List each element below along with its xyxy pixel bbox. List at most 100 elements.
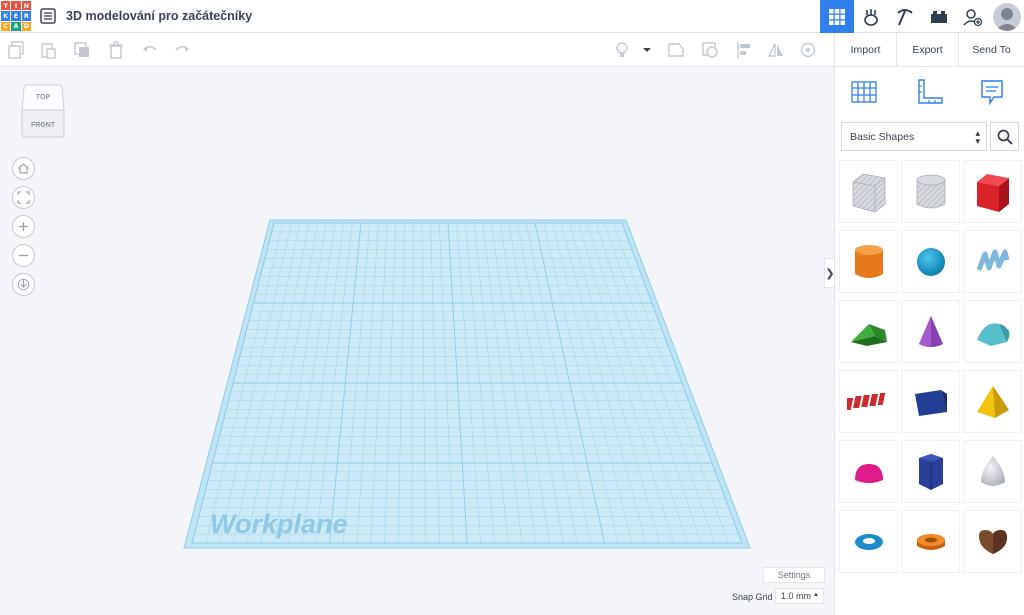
shape-icon[interactable] xyxy=(666,40,686,60)
wedge-shape[interactable] xyxy=(901,370,960,433)
cylinder-hole-shape[interactable] xyxy=(901,160,960,223)
box-icon xyxy=(976,173,1009,212)
logo-letter: K xyxy=(1,11,11,21)
chevron-down-icon[interactable] xyxy=(640,40,654,60)
pyramid-icon xyxy=(976,385,1009,418)
paste-icon[interactable] xyxy=(38,40,58,60)
torus-shape[interactable] xyxy=(839,510,898,573)
shapes-panel: Basic Shapes ▴ ▾ xyxy=(834,67,1024,615)
cone-icon xyxy=(918,315,943,347)
perspective-icon xyxy=(17,278,30,291)
cruise-icon[interactable] xyxy=(798,40,818,60)
add-user-icon[interactable] xyxy=(956,0,990,33)
paraboloid-shape[interactable] xyxy=(963,440,1022,503)
text-shape-icon xyxy=(846,392,885,410)
home-icon xyxy=(18,163,29,174)
zoom-in-button[interactable] xyxy=(12,215,35,238)
heart-shape[interactable] xyxy=(963,510,1022,573)
snap-grid-label: Snap Grid xyxy=(732,592,773,602)
logo-letter: I xyxy=(11,1,21,11)
scribble-icon xyxy=(976,249,1009,271)
cylinder-shape[interactable] xyxy=(839,230,898,293)
sphere-shape[interactable] xyxy=(901,230,960,293)
roof-shape[interactable] xyxy=(839,300,898,363)
tube-shape[interactable] xyxy=(901,510,960,573)
logo-letter: R xyxy=(21,11,31,21)
logo-letter: D xyxy=(21,21,31,31)
perspective-button[interactable] xyxy=(12,273,35,296)
undo-icon[interactable] xyxy=(140,40,160,60)
shape-library-value: Basic Shapes xyxy=(850,130,915,143)
box-hole-shape[interactable] xyxy=(839,160,898,223)
torus-icon xyxy=(854,533,883,550)
grid-view-icon[interactable] xyxy=(820,0,854,33)
half-sphere-shape[interactable] xyxy=(839,440,898,503)
snap-grid-value: 1.0 mm xyxy=(781,591,812,601)
zoom-out-button[interactable] xyxy=(12,244,35,267)
align-icon[interactable] xyxy=(734,40,754,60)
roof-icon xyxy=(850,323,887,346)
copy-icon[interactable] xyxy=(6,40,26,60)
search-icon xyxy=(997,129,1013,145)
view-cube-front-label: FRONT xyxy=(31,122,56,129)
logo-letter: C xyxy=(1,21,11,31)
pyramid-shape[interactable] xyxy=(963,370,1022,433)
workplane-grid[interactable]: Workplane xyxy=(0,67,834,615)
cone-shape[interactable] xyxy=(901,300,960,363)
duplicate-icon[interactable] xyxy=(72,40,92,60)
light-bulb-icon[interactable] xyxy=(612,40,632,60)
logo-letter: T xyxy=(1,1,11,11)
round-roof-icon xyxy=(976,322,1010,346)
box-hole-icon xyxy=(852,173,885,212)
avatar[interactable] xyxy=(990,0,1024,33)
cylinder-hole-icon xyxy=(916,174,945,208)
design-list-icon[interactable] xyxy=(40,8,56,29)
3d-viewport[interactable]: Workplane TOP FRONT Settings Snap Grid 1… xyxy=(0,67,834,615)
export-button[interactable]: Export xyxy=(896,33,958,67)
half-sphere-icon xyxy=(854,463,883,483)
shape-search-button[interactable] xyxy=(990,122,1019,151)
document-title[interactable]: 3D modelování pro začátečníky xyxy=(66,9,252,23)
scribble-shape[interactable] xyxy=(963,230,1022,293)
heart-icon xyxy=(978,529,1007,554)
snap-grid-select[interactable]: 1.0 mm ▲ xyxy=(775,588,824,604)
round-roof-shape[interactable] xyxy=(963,300,1022,363)
mirror-icon[interactable] xyxy=(766,40,786,60)
view-cube[interactable]: TOP FRONT xyxy=(20,84,66,138)
redo-icon[interactable] xyxy=(172,40,192,60)
delete-icon[interactable] xyxy=(106,40,126,60)
caret-up-icon: ▲ xyxy=(813,592,819,598)
logo-letter: E xyxy=(11,11,21,21)
tube-icon xyxy=(916,533,945,550)
plus-icon xyxy=(19,222,28,231)
fit-icon xyxy=(17,191,30,204)
notes-tool-icon[interactable] xyxy=(977,77,1007,107)
minus-icon xyxy=(19,254,28,257)
bricks-icon[interactable] xyxy=(922,0,956,33)
polygon-shape[interactable] xyxy=(901,440,960,503)
toolbar: Import Export Send To xyxy=(0,33,1024,67)
home-view-button[interactable] xyxy=(12,157,35,180)
ruler-tool-icon[interactable] xyxy=(915,77,945,107)
logo-letter: N xyxy=(21,1,31,11)
box-shape[interactable] xyxy=(963,160,1022,223)
wedge-icon xyxy=(914,389,947,416)
fit-view-button[interactable] xyxy=(12,186,35,209)
cylinder-icon xyxy=(854,244,883,278)
settings-button[interactable]: Settings xyxy=(763,567,825,583)
tinkercad-logo[interactable]: T I N K E R C A D xyxy=(0,0,32,32)
pickaxe-icon[interactable] xyxy=(888,0,922,33)
top-bar: T I N K E R C A D 3D modelování pro začá… xyxy=(0,0,1024,33)
workplane-tool-icon[interactable] xyxy=(849,77,879,107)
import-button[interactable]: Import xyxy=(834,33,896,67)
view-cube-top-label: TOP xyxy=(36,94,51,101)
sphere-icon xyxy=(916,247,945,276)
logo-letter: A xyxy=(11,21,21,31)
select-arrows-icon: ▴ ▾ xyxy=(975,128,980,146)
paraboloid-icon xyxy=(980,455,1005,486)
circuits-icon[interactable] xyxy=(854,0,888,33)
hole-icon[interactable] xyxy=(700,40,720,60)
shape-library-select[interactable]: Basic Shapes ▴ ▾ xyxy=(841,122,987,151)
send-to-button[interactable]: Send To xyxy=(958,33,1024,67)
text-shape[interactable] xyxy=(839,370,898,433)
